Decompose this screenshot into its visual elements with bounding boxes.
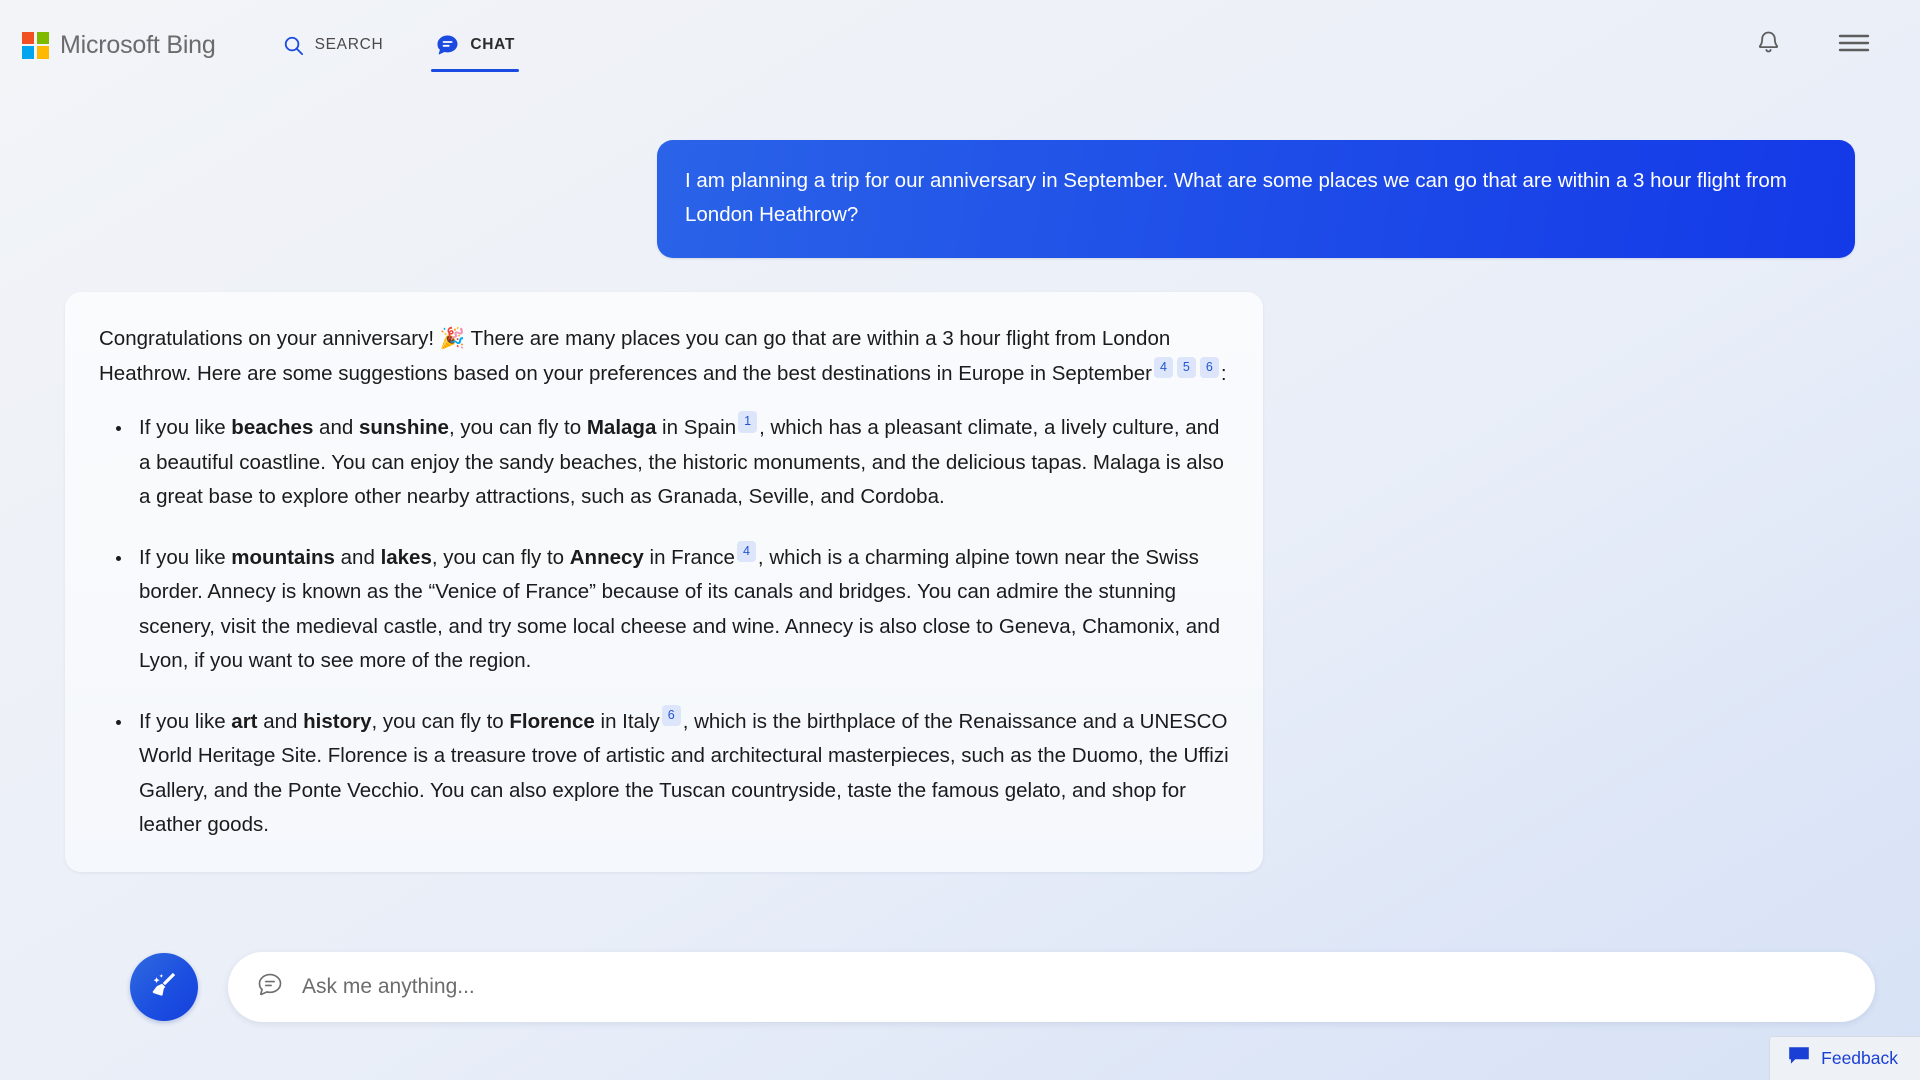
citation-badge[interactable]: 4: [736, 540, 756, 562]
citation-badge[interactable]: 5: [1176, 356, 1196, 378]
bullet-bold-destination: Annecy: [569, 545, 644, 569]
chat-input-container[interactable]: [228, 952, 1875, 1022]
bullet-country-text: in France: [643, 545, 735, 569]
header-nav: SEARCH CHAT: [278, 0, 520, 90]
bullet-mid-text: and: [313, 416, 359, 439]
bullet-bold-destination: Florence: [509, 709, 595, 733]
chat-input[interactable]: [302, 975, 1847, 999]
tab-active-underline: [431, 68, 520, 72]
citation-badge[interactable]: 4: [1153, 356, 1173, 378]
bullet-mid-text: , you can fly to: [431, 545, 570, 569]
citation-badge[interactable]: 6: [1199, 356, 1219, 378]
bullet-country-text: in Spain: [656, 416, 737, 439]
tab-chat[interactable]: CHAT: [431, 0, 520, 90]
bullet-mid-text: , you can fly to: [371, 709, 510, 733]
user-message-row: I am planning a trip for our anniversary…: [65, 140, 1855, 258]
bullet-bold-keyword: mountains: [231, 545, 335, 569]
bullet-lead-text: If you like: [139, 545, 232, 569]
tab-search[interactable]: SEARCH: [278, 0, 388, 90]
bullet-mid-text: and: [334, 545, 381, 569]
assistant-intro-paragraph: Congratulations on your anniversary! 🎉 T…: [99, 322, 1229, 391]
feedback-label: Feedback: [1821, 1048, 1898, 1068]
bullet-country-text: in Italy: [594, 709, 660, 733]
tab-search-label: SEARCH: [314, 36, 384, 53]
search-icon: [282, 34, 305, 57]
bullet-lead-text: If you like: [139, 709, 232, 733]
composer-bar: [0, 952, 1920, 1022]
bullet-mid-text: and: [257, 709, 304, 733]
new-topic-button[interactable]: [130, 953, 198, 1021]
bullet-mid-text: , you can fly to: [448, 416, 587, 439]
assistant-message-row: Congratulations on your anniversary! 🎉 T…: [65, 292, 1855, 872]
suggestions-list: If you like beaches and sunshine, you ca…: [99, 411, 1229, 843]
feedback-speech-icon: [1788, 1046, 1810, 1071]
broom-icon: [146, 967, 182, 1008]
user-message-bubble: I am planning a trip for our anniversary…: [657, 140, 1855, 258]
list-item: If you like mountains and lakes, you can…: [133, 540, 1229, 679]
assistant-intro-text: Congratulations on your anniversary! 🎉 T…: [99, 327, 1171, 385]
bullet-bold-keyword: beaches: [231, 416, 314, 439]
feedback-button[interactable]: Feedback: [1769, 1036, 1920, 1080]
citation-badge[interactable]: 1: [738, 411, 758, 433]
tab-chat-label: CHAT: [470, 36, 516, 53]
list-item: If you like beaches and sunshine, you ca…: [133, 411, 1229, 515]
bing-brand-logo[interactable]: Microsoft Bing: [22, 31, 216, 60]
header-actions: [1755, 29, 1888, 61]
bullet-bold-keyword: sunshine: [358, 416, 449, 439]
bullet-bold-keyword: art: [231, 709, 258, 733]
chat-scroll-region[interactable]: I am planning a trip for our anniversary…: [0, 90, 1920, 900]
hamburger-menu-icon[interactable]: [1838, 31, 1870, 60]
bullet-bold-keyword: lakes: [380, 545, 432, 569]
assistant-intro-colon: :: [1220, 361, 1227, 385]
bullet-lead-text: If you like: [139, 416, 232, 439]
citation-badge[interactable]: 6: [661, 704, 681, 726]
brand-name: Microsoft Bing: [60, 30, 216, 59]
chat-thread: I am planning a trip for our anniversary…: [65, 90, 1855, 872]
bell-icon[interactable]: [1755, 29, 1782, 61]
bullet-bold-destination: Malaga: [586, 416, 657, 439]
assistant-message-card: Congratulations on your anniversary! 🎉 T…: [65, 292, 1263, 872]
list-item: If you like art and history, you can fly…: [133, 704, 1229, 843]
chat-bubble-icon: [435, 33, 460, 58]
microsoft-squares-logo: [22, 31, 49, 59]
top-header: Microsoft Bing SEARCH CHAT: [0, 0, 1920, 90]
chat-bubble-outline-icon: [256, 971, 284, 1004]
bullet-bold-keyword: history: [303, 709, 372, 733]
